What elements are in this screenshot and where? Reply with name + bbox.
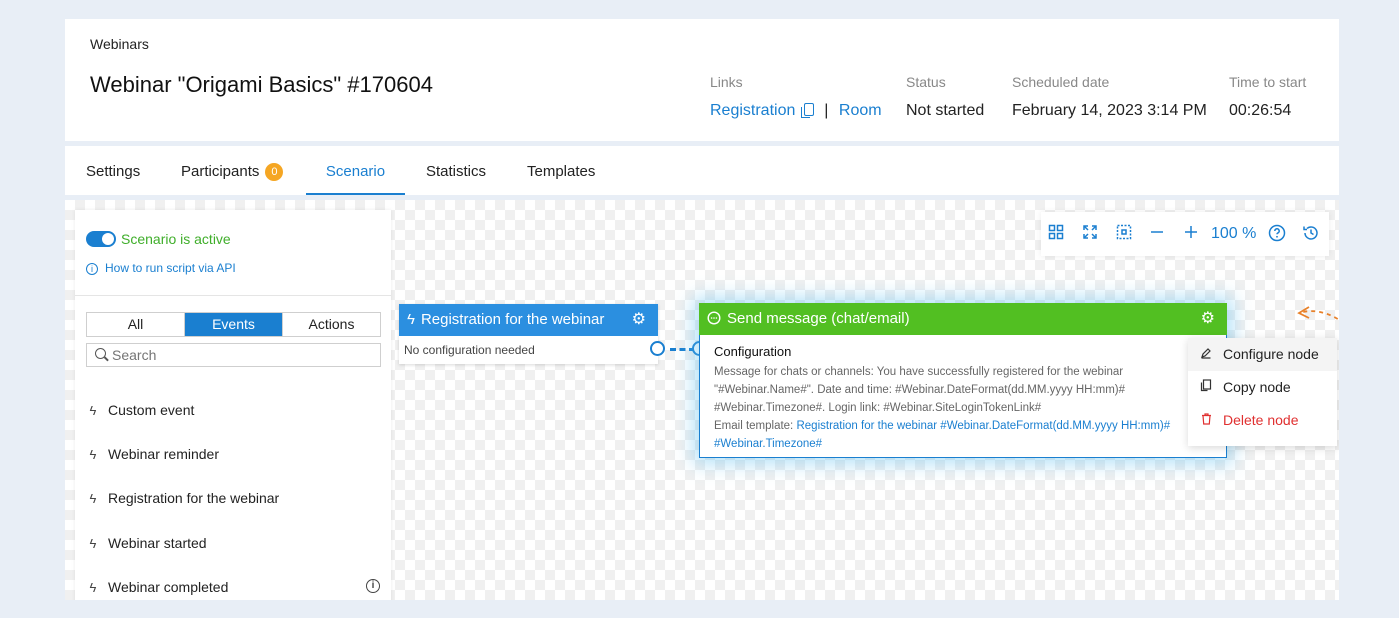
webinar-header: Webinars Webinar "Origami Basics" #17060… xyxy=(65,19,1339,141)
tab-statistics[interactable]: Statistics xyxy=(426,146,486,195)
filter-actions[interactable]: Actions xyxy=(283,313,380,336)
filter-all[interactable]: All xyxy=(87,313,185,336)
help-icon[interactable] xyxy=(1267,224,1287,244)
scheduled-label: Scheduled date xyxy=(1012,74,1110,90)
message-line: Message for chats or channels: You have … xyxy=(714,366,1124,378)
events-sidebar: Scenario is active i How to run script vi… xyxy=(75,210,391,600)
scheduled-value: February 14, 2023 3:14 PM xyxy=(1012,102,1207,119)
time-label: Time to start xyxy=(1229,74,1307,90)
scenario-active-toggle[interactable] xyxy=(86,231,116,247)
filter-events[interactable]: Events xyxy=(185,313,283,336)
delete-node-label: Delete node xyxy=(1223,412,1299,428)
bolt-icon: ϟ xyxy=(89,580,97,595)
email-template-line: Email template: Registration for the web… xyxy=(714,417,1212,435)
sidebar-divider xyxy=(75,295,391,296)
links-value: Registration | Room xyxy=(710,102,882,120)
tab-bar: Settings Participants 0 Scenario Statisti… xyxy=(65,146,1339,195)
scheduled-column: Scheduled date February 14, 2023 3:14 PM xyxy=(1012,74,1207,120)
tab-participants[interactable]: Participants 0 xyxy=(181,146,284,195)
api-help-link-label: How to run script via API xyxy=(105,261,236,275)
event-item-custom[interactable]: ϟ Custom event xyxy=(86,400,195,420)
bolt-icon: ϟ xyxy=(89,536,97,551)
status-value: Not started xyxy=(906,102,985,119)
tab-statistics-label: Statistics xyxy=(426,163,487,180)
message-line: #Webinar.Timezone#. Login link: #Webinar… xyxy=(714,402,1042,414)
grid-icon[interactable] xyxy=(1046,224,1066,244)
configuration-title: Configuration xyxy=(714,344,792,359)
bolt-icon: ϟ xyxy=(89,491,97,506)
copy-icon xyxy=(1199,371,1213,404)
tab-templates[interactable]: Templates xyxy=(527,146,595,195)
tab-templates-label: Templates xyxy=(527,163,596,180)
send-message-node-title: Send message (chat/email) xyxy=(727,310,910,327)
links-separator: | xyxy=(824,102,829,119)
registration-node-subtitle: No configuration needed xyxy=(404,343,535,357)
tab-scenario-label: Scenario xyxy=(325,163,386,180)
info-icon[interactable]: i xyxy=(366,579,380,593)
configuration-body: Message for chats or channels: You have … xyxy=(700,359,1226,453)
event-item-label: Webinar completed xyxy=(108,579,229,595)
select-area-icon[interactable] xyxy=(1114,224,1134,244)
annotation-arrow xyxy=(1297,306,1339,322)
message-line: "#Webinar.Name#". Date and time: #Webina… xyxy=(714,384,1126,396)
event-item-started[interactable]: ϟ Webinar started xyxy=(86,533,207,553)
canvas-toolbar: 100 % xyxy=(1041,212,1329,256)
info-icon: i xyxy=(86,263,98,275)
gear-icon[interactable]: ⚙ xyxy=(1201,303,1215,335)
links-label: Links xyxy=(710,74,743,90)
copy-icon[interactable] xyxy=(800,103,814,118)
event-item-label: Webinar reminder xyxy=(108,446,220,462)
breadcrumb[interactable]: Webinars xyxy=(90,36,149,52)
tab-settings[interactable]: Settings xyxy=(86,146,140,195)
registration-node-header: ϟ Registration for the webinar ⚙ xyxy=(399,304,658,336)
chat-icon xyxy=(707,303,721,335)
output-port[interactable] xyxy=(650,341,665,356)
registration-node[interactable]: ϟ Registration for the webinar ⚙ No confi… xyxy=(399,304,658,364)
zoom-out-icon[interactable] xyxy=(1147,224,1167,244)
event-item-label: Webinar started xyxy=(108,535,207,551)
fit-screen-icon[interactable] xyxy=(1080,224,1100,244)
pencil-icon xyxy=(1199,338,1213,371)
email-template-link[interactable]: #Webinar.Timezone# xyxy=(714,435,1212,453)
registration-node-title: Registration for the webinar xyxy=(420,311,605,328)
event-item-reminder[interactable]: ϟ Webinar reminder xyxy=(86,444,219,464)
scenario-active-label: Scenario is active xyxy=(121,231,231,247)
event-item-label: Custom event xyxy=(108,402,195,418)
time-value: 00:26:54 xyxy=(1229,102,1292,119)
scenario-canvas[interactable]: Scenario is active i How to run script vi… xyxy=(65,200,1339,600)
email-template-link[interactable]: Registration for the webinar #Webinar.Da… xyxy=(796,420,1170,432)
page-title: Webinar "Origami Basics" #170604 xyxy=(90,72,433,97)
tab-settings-label: Settings xyxy=(86,163,141,180)
registration-link[interactable]: Registration xyxy=(710,102,795,119)
tab-scenario[interactable]: Scenario xyxy=(306,146,405,195)
event-item-label: Registration for the webinar xyxy=(108,490,280,506)
email-template-label: Email template: xyxy=(714,420,794,432)
event-item-registration[interactable]: ϟ Registration for the webinar xyxy=(86,488,280,508)
status-label: Status xyxy=(906,74,946,90)
api-help-link[interactable]: i How to run script via API xyxy=(86,261,236,275)
links-column: Links Registration | Room xyxy=(710,74,882,120)
status-column: Status Not started xyxy=(906,74,984,120)
send-message-node-header: Send message (chat/email) ⚙ xyxy=(699,303,1227,335)
zoom-level: 100 % xyxy=(1211,225,1257,242)
participants-count-badge: 0 xyxy=(265,163,284,181)
room-link[interactable]: Room xyxy=(839,102,882,119)
history-icon[interactable] xyxy=(1301,224,1321,244)
event-item-completed[interactable]: ϟ Webinar completed xyxy=(86,577,229,597)
bolt-icon: ϟ xyxy=(89,447,97,462)
trash-icon xyxy=(1199,404,1213,437)
tab-participants-label: Participants xyxy=(181,163,260,180)
bolt-icon: ϟ xyxy=(407,311,415,328)
filter-segmented-control: All Events Actions xyxy=(86,312,381,337)
time-column: Time to start 00:26:54 xyxy=(1229,74,1306,120)
send-message-node[interactable]: Send message (chat/email) ⚙ Configuratio… xyxy=(699,303,1227,458)
gear-icon[interactable]: ⚙ xyxy=(632,304,646,336)
bolt-icon: ϟ xyxy=(89,403,97,418)
zoom-in-icon[interactable] xyxy=(1181,224,1201,244)
search-icon xyxy=(95,348,106,359)
search-input[interactable] xyxy=(86,343,381,367)
